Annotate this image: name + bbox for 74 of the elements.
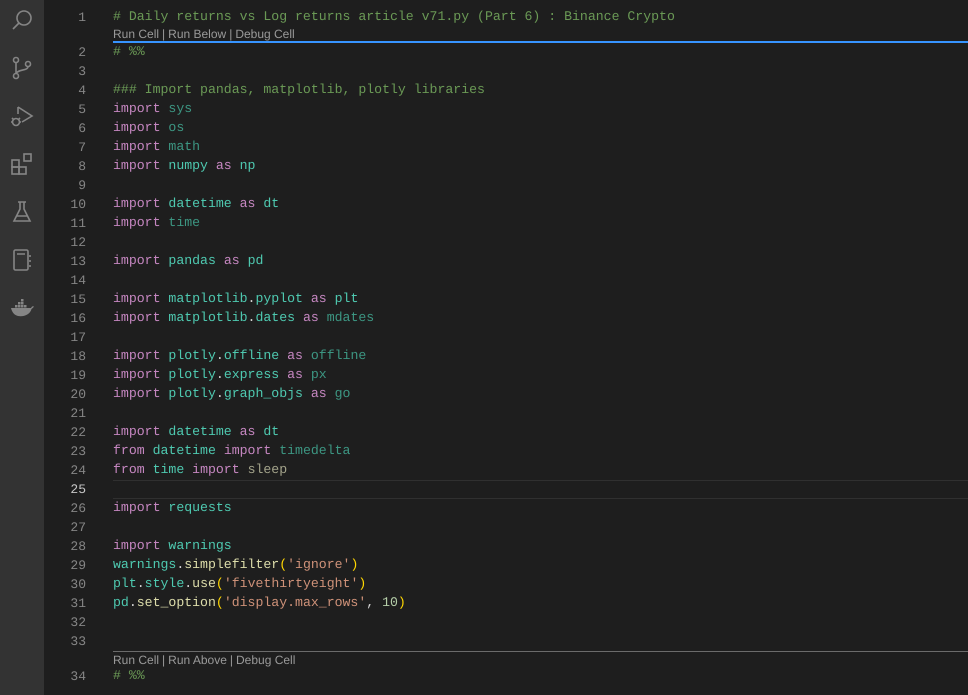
code-line: import requests <box>113 500 232 515</box>
code-line: warnings.simplefilter('ignore') <box>113 557 358 572</box>
line-number: 13 <box>69 253 86 271</box>
line-number: 12 <box>69 234 86 252</box>
line-number: 20 <box>69 386 86 404</box>
line-number: 31 <box>69 595 86 613</box>
code-line: plt.style.use('fivethirtyeight') <box>113 576 366 591</box>
line-number: 14 <box>69 272 86 290</box>
line-number: 9 <box>77 177 86 195</box>
line-number: 30 <box>69 576 86 594</box>
separator-label: | <box>229 26 232 40</box>
line-number: 34 <box>69 668 86 686</box>
line-number: 21 <box>69 405 86 423</box>
line-number: 10 <box>69 196 86 214</box>
line-number: 5 <box>77 101 86 119</box>
codelens-link[interactable]: Run Cell <box>113 653 160 667</box>
line-number: 1 <box>77 9 86 27</box>
line-number: 23 <box>69 443 86 461</box>
line-number: 26 <box>69 500 86 518</box>
line-number: 33 <box>69 633 86 651</box>
line-number: 11 <box>69 215 86 233</box>
code-line: import plotly.express as px <box>113 367 327 382</box>
line-number: 25 <box>69 481 86 499</box>
line-number: 7 <box>77 139 86 157</box>
code-line: ### Import pandas, matplotlib, plotly libraries <box>113 82 485 97</box>
code-line: import warnings <box>113 538 232 553</box>
code-line: import sys <box>113 101 192 116</box>
line-number: 15 <box>69 291 86 309</box>
code-line: # Daily returns vs Log returns article v71.py (Part 6) : Binance Crypto <box>113 9 675 24</box>
flask-icon[interactable] <box>10 200 34 224</box>
branch-icon[interactable] <box>10 56 34 80</box>
line-number: 19 <box>69 367 86 385</box>
line-number: 6 <box>77 120 86 138</box>
line-number: 29 <box>69 557 86 575</box>
code-line: import plotly.graph_objs as go <box>113 386 350 401</box>
line-number: 22 <box>69 424 86 442</box>
codelens-link[interactable]: Debug Cell <box>236 653 296 667</box>
code-line: from datetime import timedelta <box>113 443 350 458</box>
line-number: 3 <box>77 63 86 81</box>
line-number: 17 <box>69 329 86 347</box>
code-line: pd.set_option('display.max_rows', 10) <box>113 595 406 610</box>
code-line: import datetime as dt <box>113 196 280 211</box>
notebook-icon[interactable] <box>10 248 34 272</box>
code-line: import os <box>113 120 184 135</box>
line-number: 4 <box>77 82 86 100</box>
code-line: import matplotlib.pyplot as plt <box>113 291 358 306</box>
separator-label: | <box>230 653 233 667</box>
code-line: import matplotlib.dates as mdates <box>113 310 374 325</box>
line-number: 28 <box>69 538 86 556</box>
code-line: import pandas as pd <box>113 253 264 268</box>
extensions-icon[interactable] <box>10 152 34 176</box>
line-number: 2 <box>77 44 86 62</box>
code-line: # %% <box>113 44 145 59</box>
codelens-link[interactable]: Debug Cell <box>235 26 295 40</box>
codelens-link[interactable]: Run Cell <box>113 26 160 40</box>
search-icon[interactable] <box>10 8 34 32</box>
code-line: import math <box>113 139 200 154</box>
line-number: 24 <box>69 462 86 480</box>
line-number: 18 <box>69 348 86 366</box>
codelens-link[interactable]: Run Above <box>168 653 227 667</box>
code-line: # %% <box>113 668 145 683</box>
line-number: 16 <box>69 310 86 328</box>
line-number: 32 <box>69 614 86 632</box>
code-line: import plotly.offline as offline <box>113 348 366 363</box>
code-line: import datetime as dt <box>113 424 280 439</box>
codelens-link[interactable]: Run Below <box>168 26 226 40</box>
separator-label: | <box>162 26 166 40</box>
line-number: 8 <box>77 158 86 176</box>
code-line: import numpy as np <box>113 158 256 173</box>
play-bug-icon[interactable] <box>10 104 34 128</box>
separator-label: | <box>162 653 166 667</box>
code-line: import time <box>113 215 200 230</box>
line-number: 27 <box>69 519 86 537</box>
code-line: from time import sleep <box>113 462 288 477</box>
